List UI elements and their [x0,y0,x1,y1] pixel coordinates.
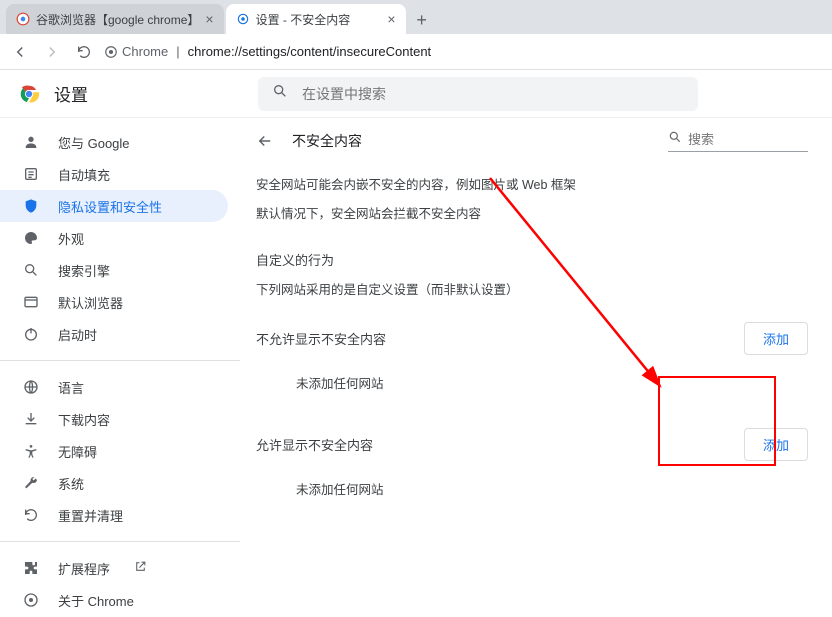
external-link-icon [134,560,147,576]
address-bar[interactable]: Chrome | chrome://settings/content/insec… [104,44,824,59]
puzzle-icon [22,559,40,577]
sidebar-item-label: 扩展程序 [58,559,110,578]
sidebar-item-languages[interactable]: 语言 [0,371,228,403]
sidebar-item-reset[interactable]: 重置并清理 [0,499,228,531]
search-icon [22,261,40,279]
chrome-page-icon: Chrome [104,44,168,59]
sidebar-item-label: 重置并清理 [58,506,123,525]
autofill-icon [22,165,40,183]
chrome-favicon-icon [16,12,30,26]
global-search-input[interactable] [302,86,684,102]
search-icon [668,130,682,149]
sidebar-item-autofill[interactable]: 自动填充 [0,158,228,190]
search-icon [272,83,288,104]
allow-section-empty: 未添加任何网站 [256,479,808,498]
sidebar-item-accessibility[interactable]: 无障碍 [0,435,228,467]
sidebar-item-label: 外观 [58,229,84,248]
sidebar-item-label: 默认浏览器 [58,293,123,312]
sidebar-item-on-startup[interactable]: 启动时 [0,318,228,350]
settings-header: 设置 [0,70,832,118]
browser-tab-title: 设置 - 不安全内容 [256,11,382,28]
sidebar-divider [0,541,240,542]
global-search[interactable] [258,77,698,111]
sidebar-item-system[interactable]: 系统 [0,467,228,499]
sidebar-item-appearance[interactable]: 外观 [0,222,228,254]
custom-behavior-heading: 自定义的行为 [256,250,808,269]
content-back-button[interactable] [256,132,276,150]
content-header: 不安全内容 [256,130,808,152]
sidebar-item-extensions[interactable]: 扩展程序 [0,552,228,584]
custom-behavior-sub: 下列网站采用的是自定义设置（而非默认设置） [256,279,808,298]
browser-tab-strip: 谷歌浏览器【google chrome】 × 设置 - 不安全内容 × + [0,0,832,34]
sidebar-item-about-chrome[interactable]: 关于 Chrome [0,584,228,616]
shield-icon [22,197,40,215]
back-button[interactable] [8,40,32,64]
address-protocol-label: Chrome [122,44,168,59]
close-icon[interactable]: × [387,12,395,26]
page-search-input[interactable] [688,132,808,147]
sidebar-item-label: 关于 Chrome [58,591,134,610]
close-icon[interactable]: × [205,12,213,26]
chrome-icon [22,591,40,609]
wrench-icon [22,474,40,492]
sidebar-item-label: 无障碍 [58,442,97,461]
browser-tab[interactable]: 设置 - 不安全内容 × [226,4,406,34]
sidebar-item-label: 您与 Google [58,133,130,152]
reset-icon [22,506,40,524]
sidebar-item-search-engine[interactable]: 搜索引擎 [0,254,228,286]
globe-icon [22,378,40,396]
sidebar-item-label: 下载内容 [58,410,110,429]
chrome-logo-icon [18,83,40,105]
block-section-empty: 未添加任何网站 [256,373,808,392]
sidebar-item-label: 语言 [58,378,84,397]
settings-app-title: 设置 [54,81,88,106]
browser-toolbar: Chrome | chrome://settings/content/insec… [0,34,832,70]
allow-section-title: 允许显示不安全内容 [256,435,373,454]
sidebar-item-label: 启动时 [58,325,97,344]
sidebar-item-privacy-security[interactable]: 隐私设置和安全性 [0,190,228,222]
palette-icon [22,229,40,247]
gear-favicon-icon [236,12,250,26]
sidebar-item-downloads[interactable]: 下载内容 [0,403,228,435]
new-tab-button[interactable]: + [408,6,436,34]
reload-button[interactable] [72,40,96,64]
settings-content: 不安全内容 安全网站可能会内嵌不安全的内容，例如图片或 Web 框架 默认情况下… [240,118,832,617]
page-search[interactable] [668,130,808,152]
description-line-2: 默认情况下，安全网站会拦截不安全内容 [256,203,808,222]
add-blocked-site-button[interactable]: 添加 [744,322,808,355]
a11y-icon [22,442,40,460]
address-url: chrome://settings/content/insecureConten… [188,44,432,59]
browser-tab[interactable]: 谷歌浏览器【google chrome】 × [6,4,224,34]
sidebar-divider [0,360,240,361]
sidebar-item-label: 搜索引擎 [58,261,110,280]
page-title: 不安全内容 [292,131,652,151]
sidebar-item-label: 系统 [58,474,84,493]
download-icon [22,410,40,428]
sidebar-item-you-and-google[interactable]: 您与 Google [0,126,228,158]
sidebar-item-label: 自动填充 [58,165,110,184]
add-allowed-site-button[interactable]: 添加 [744,428,808,461]
forward-button[interactable] [40,40,64,64]
browser-icon [22,293,40,311]
person-icon [22,133,40,151]
power-icon [22,325,40,343]
sidebar-item-label: 隐私设置和安全性 [58,197,162,216]
sidebar-item-default-browser[interactable]: 默认浏览器 [0,286,228,318]
block-section-title: 不允许显示不安全内容 [256,329,386,348]
browser-tab-title: 谷歌浏览器【google chrome】 [36,11,199,28]
settings-sidebar: 您与 Google 自动填充 隐私设置和安全性 外观 搜索引擎 默认浏览器 启动… [0,118,240,617]
description-line-1: 安全网站可能会内嵌不安全的内容，例如图片或 Web 框架 [256,174,808,193]
